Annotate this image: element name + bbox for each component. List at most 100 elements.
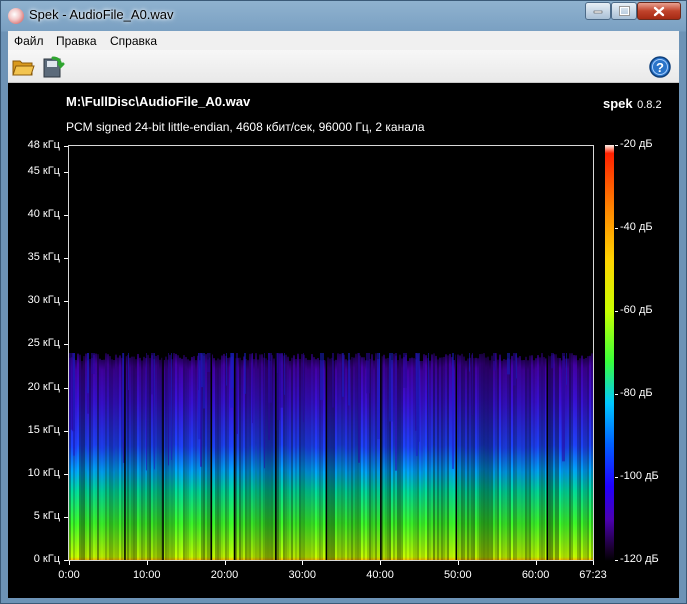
spectrogram-column	[423, 354, 425, 560]
spectrogram-band	[551, 353, 554, 369]
spectrogram-column	[247, 360, 249, 560]
spectrogram-column	[113, 359, 115, 560]
open-file-button[interactable]	[11, 55, 35, 79]
spectrogram-column	[485, 357, 487, 560]
spectrogram-column	[115, 354, 117, 560]
menu-help[interactable]: Справка	[110, 34, 157, 48]
spectrogram-column	[131, 356, 133, 560]
spectrogram-column	[337, 353, 339, 560]
time-tick-label: 60:00	[521, 569, 550, 581]
track-break-line	[455, 351, 457, 560]
menu-file[interactable]: Файл	[14, 34, 44, 48]
spectrogram-column	[89, 358, 91, 560]
frequency-tick	[64, 171, 68, 173]
time-tick-label: 10:00	[132, 569, 161, 581]
spectrogram-column	[487, 356, 489, 560]
spectrogram-column	[385, 358, 387, 560]
title-bar[interactable]: Spek - AudioFile_A0.wav	[1, 1, 686, 31]
spectrogram-column	[351, 357, 353, 560]
spectrogram-band	[562, 353, 565, 462]
spectrogram-column	[531, 355, 533, 560]
spectrogram-band	[201, 353, 203, 388]
spectrogram-column	[467, 358, 469, 560]
file-info: PCM signed 24-bit little-endian, 4608 кб…	[66, 120, 425, 134]
spectrogram-column	[507, 358, 509, 560]
spectrogram-band	[342, 353, 344, 397]
frequency-tick	[64, 430, 68, 432]
spectrogram-band	[303, 353, 304, 423]
spectrogram-column	[155, 355, 157, 560]
spectrogram-column	[431, 354, 433, 560]
maximize-button[interactable]	[611, 2, 637, 20]
spectrogram-column	[439, 357, 441, 560]
spectrogram-column	[291, 357, 293, 560]
spectrogram-column	[107, 354, 109, 560]
spectrogram-view: M:\FullDisc\AudioFile_A0.wav spek 0.8.2 …	[8, 83, 679, 598]
spectrogram-band	[428, 353, 429, 451]
spectrogram-column	[473, 358, 475, 560]
spectrogram-column	[371, 354, 373, 560]
spectrogram-band	[168, 353, 169, 466]
time-tick-label: 30:00	[288, 569, 317, 581]
save-spectrogram-button[interactable]	[41, 55, 65, 79]
close-button[interactable]	[637, 2, 681, 20]
spectrogram-column	[253, 359, 255, 560]
spectrogram-column	[569, 353, 571, 560]
spectrogram-column	[435, 355, 437, 560]
spectrogram-band	[358, 353, 360, 463]
spectrogram-column	[353, 357, 355, 560]
spectrogram-band	[268, 353, 272, 403]
spectrogram-column	[83, 356, 85, 560]
minimize-icon	[593, 10, 603, 14]
spectrogram-column	[215, 360, 217, 560]
spectrogram-column	[285, 354, 287, 560]
spectrogram-column	[183, 355, 185, 560]
spectrogram-column	[513, 360, 515, 560]
frequency-tick	[64, 215, 68, 216]
spectrogram-band	[379, 353, 380, 413]
spectrogram-column	[307, 359, 309, 560]
spectrogram-column	[93, 354, 95, 560]
help-button[interactable]: ?	[648, 55, 672, 79]
frequency-tick	[64, 344, 68, 346]
spectrogram-column	[75, 359, 77, 560]
frequency-tick	[64, 258, 68, 260]
spectrogram-band	[366, 353, 370, 394]
time-tick-label: 0:00	[58, 569, 80, 581]
spectrogram-column	[539, 357, 541, 560]
spectrogram-column	[189, 360, 191, 560]
spectrogram-column	[499, 354, 501, 560]
spectrogram-column	[573, 355, 575, 560]
menu-edit[interactable]: Правка	[56, 34, 97, 48]
track-break-line	[233, 351, 236, 560]
track-break-line	[325, 351, 328, 560]
spectrogram-column	[501, 360, 503, 560]
spectrogram-column	[313, 357, 315, 560]
spectrogram-band	[198, 353, 199, 391]
spectrogram-column	[141, 360, 143, 560]
frequency-tick-label: 48 кГц	[27, 139, 60, 151]
time-tick	[147, 561, 148, 565]
spectrogram-column	[329, 358, 331, 560]
spectrogram-column	[509, 359, 511, 560]
spectrogram-column	[457, 354, 459, 560]
db-color-scale	[605, 145, 614, 561]
frequency-tick-label: 0 кГц	[33, 553, 60, 565]
spectrogram-band	[207, 353, 211, 373]
frequency-tick	[64, 146, 68, 147]
spectrogram-column	[117, 357, 119, 560]
spectrogram-column	[425, 355, 427, 560]
spectrogram-band	[320, 353, 324, 401]
spectrogram-column	[181, 358, 183, 560]
time-tick	[458, 561, 459, 565]
spectrogram-column	[185, 356, 187, 560]
track-break-line	[275, 351, 277, 560]
spectrogram-column	[111, 359, 113, 560]
spectrogram-band	[566, 353, 567, 385]
spectrogram-column	[139, 357, 141, 560]
minimize-button[interactable]	[585, 2, 611, 20]
spectrogram-column	[541, 353, 543, 560]
spectrogram-column	[157, 355, 159, 560]
toolbar: ?	[8, 50, 679, 83]
db-tick-label: -60 дБ	[620, 304, 653, 316]
